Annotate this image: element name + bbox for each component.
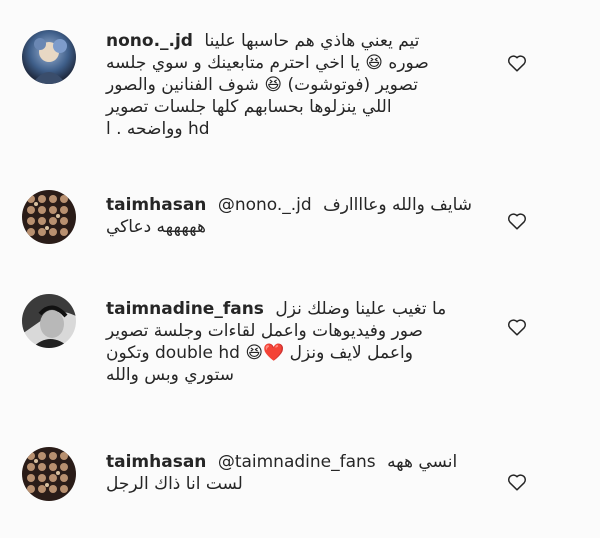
- comment-mention[interactable]: @taimnadine_fans: [218, 452, 376, 472]
- comment-username[interactable]: nono._.jd: [106, 31, 193, 51]
- comment-text-line: تصوير (فوتوشوت) 😆 شوف الفنانين والصور: [106, 75, 418, 95]
- comment-body: taimhasan @taimnadine_fans انسي ههه لست …: [106, 451, 511, 495]
- comment-text-line: لست انا ذاك الرجل: [106, 474, 243, 494]
- comment-body: nono._.jd تيم يعني هاذي هم حاسبها علينا …: [106, 30, 511, 140]
- comment-text-line: تيم يعني هاذي هم حاسبها علينا: [204, 31, 420, 51]
- comment-text-line: hd وواضحه . ا: [106, 119, 210, 139]
- heart-outline-icon[interactable]: [506, 316, 528, 338]
- comment-text-line: شايف والله وعاااارف: [323, 195, 473, 215]
- comment-username[interactable]: taimhasan: [106, 195, 206, 215]
- heart-outline-icon[interactable]: [506, 471, 528, 493]
- avatar[interactable]: [22, 30, 76, 84]
- comment-mention[interactable]: @nono._.jd: [218, 195, 312, 215]
- comment-text-line: صور وفيديوهات واعمل لقاءات وجلسة تصوير: [106, 321, 423, 341]
- avatar[interactable]: [22, 294, 76, 348]
- comment-text-line: اللي ينزلوها بحسابهم كلها جلسات تصوير: [106, 97, 392, 117]
- comments-panel: nono._.jd تيم يعني هاذي هم حاسبها علينا …: [0, 0, 600, 538]
- comment-username[interactable]: taimhasan: [106, 452, 206, 472]
- comment-username[interactable]: taimnadine_fans: [106, 299, 264, 319]
- comment-text-line: هههههه دعاكي: [106, 217, 206, 237]
- comment-text-line: صوره 😆 يا اخي احترم متابعينك و سوي جلسه: [106, 53, 429, 73]
- comment-text-line: ستوري وبس والله: [106, 365, 234, 385]
- heart-outline-icon[interactable]: [506, 210, 528, 232]
- comment-body: taimnadine_fans ما تغيب علينا وضلك نزل ص…: [106, 298, 511, 386]
- comment-text-line: ما تغيب علينا وضلك نزل: [275, 299, 447, 319]
- comment-text-line: واعمل لايف ونزل ❤️😆 double hd وتكون: [106, 343, 413, 363]
- comment-text-line: انسي ههه: [387, 452, 458, 472]
- heart-outline-icon[interactable]: [506, 52, 528, 74]
- avatar[interactable]: [22, 190, 76, 244]
- comment-body: taimhasan @nono._.jd شايف والله وعاااارف…: [106, 194, 511, 238]
- avatar[interactable]: [22, 447, 76, 501]
